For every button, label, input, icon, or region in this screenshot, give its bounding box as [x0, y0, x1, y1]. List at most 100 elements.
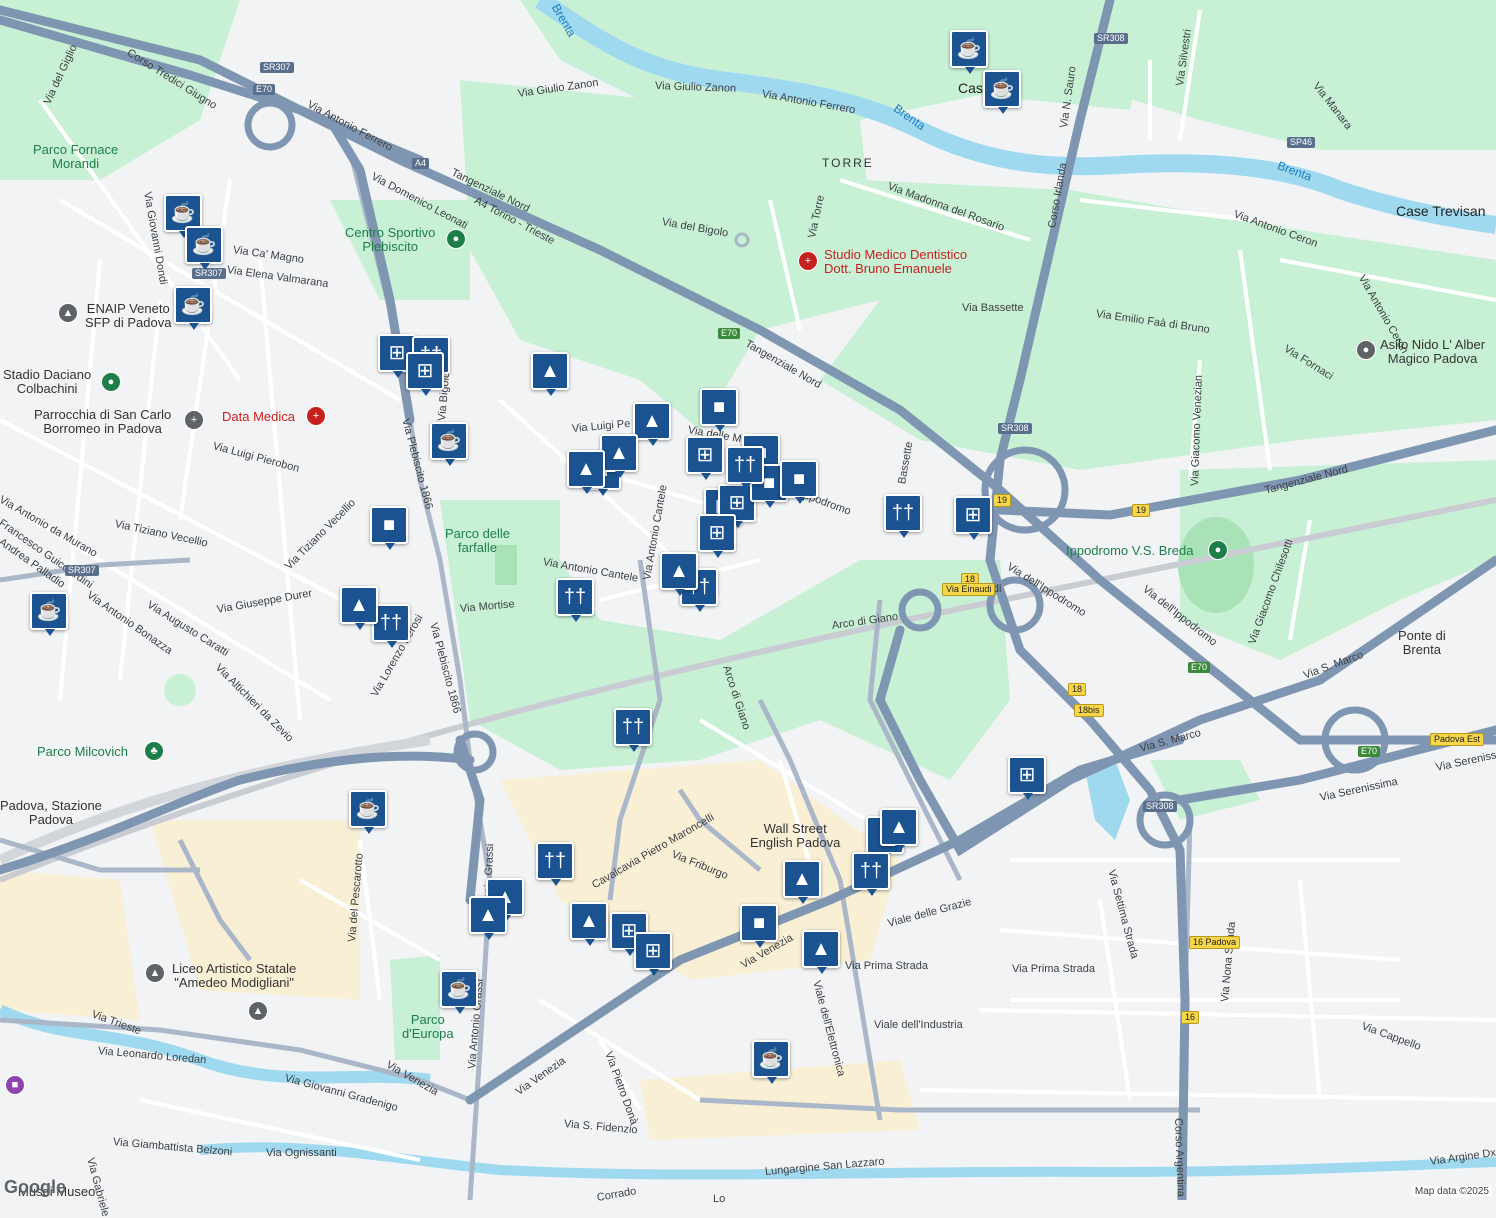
- route-shield: 19: [993, 494, 1012, 507]
- museum-icon[interactable]: ■: [5, 1075, 25, 1095]
- coffee-cup-icon: ☕: [355, 798, 381, 820]
- shopping-cart-icon: ⊞: [696, 444, 714, 466]
- restaurant-marker[interactable]: ††: [726, 446, 764, 490]
- route-shield: 16 Padova: [1189, 936, 1241, 949]
- route-shield: SP46: [1287, 137, 1316, 148]
- mortarboard-icon: ▲: [792, 868, 812, 890]
- coffee-shop-marker[interactable]: ☕: [950, 30, 988, 74]
- coffee-shop-marker[interactable]: ☕: [430, 422, 468, 466]
- shopping-store-marker[interactable]: ■: [370, 506, 408, 550]
- stadium-icon[interactable]: ●: [101, 372, 121, 392]
- school-marker[interactable]: ▲: [880, 808, 918, 852]
- school-marker[interactable]: ▲: [802, 930, 840, 974]
- park-poi-icon[interactable]: ♣: [144, 741, 164, 761]
- route-shield: 19: [1132, 504, 1151, 517]
- shopping-store-marker[interactable]: ■: [740, 904, 778, 948]
- coffee-shop-marker[interactable]: ☕: [185, 226, 223, 270]
- restaurant-marker[interactable]: ††: [556, 578, 594, 622]
- school-marker[interactable]: ▲: [600, 434, 638, 478]
- shopping-store-marker[interactable]: ■: [700, 388, 738, 432]
- coffee-shop-marker[interactable]: ☕: [983, 70, 1021, 114]
- mortarboard-icon: ▲: [811, 938, 831, 960]
- route-shield: Padova Est: [1430, 733, 1485, 746]
- medical-cross-icon[interactable]: +: [306, 406, 326, 426]
- shopping-store-marker[interactable]: ■: [780, 460, 818, 504]
- church-icon[interactable]: +: [184, 410, 204, 430]
- school-poi-icon[interactable]: ▲: [145, 963, 165, 983]
- coffee-shop-marker[interactable]: ☕: [174, 286, 212, 330]
- restaurant-marker[interactable]: ††: [852, 852, 890, 896]
- grocery-store-marker[interactable]: ⊞: [634, 932, 672, 976]
- coffee-cup-icon: ☕: [170, 202, 196, 224]
- shopping-bag-icon: ■: [762, 472, 776, 494]
- route-shield: 18: [1068, 683, 1087, 696]
- shopping-cart-icon: ⊞: [416, 360, 434, 382]
- shopping-cart-icon: ⊞: [708, 522, 726, 544]
- map-canvas[interactable]: [0, 0, 1496, 1200]
- grocery-store-marker[interactable]: ⊞: [406, 352, 444, 396]
- coffee-shop-marker[interactable]: ☕: [30, 592, 68, 636]
- google-logo: Google: [4, 1177, 66, 1197]
- grocery-store-marker[interactable]: ⊞: [698, 514, 736, 558]
- fork-knife-icon: ††: [563, 586, 587, 608]
- school-marker[interactable]: ▲: [340, 586, 378, 630]
- kindergarten-icon[interactable]: ●: [1356, 340, 1376, 360]
- mortarboard-icon: ▲: [642, 410, 662, 432]
- route-shield: E70: [1188, 662, 1211, 673]
- coffee-shop-marker[interactable]: ☕: [752, 1040, 790, 1084]
- shopping-bag-icon: ■: [712, 396, 726, 418]
- shopping-bag-icon: ■: [752, 912, 766, 934]
- school-marker[interactable]: ▲: [570, 902, 608, 946]
- coffee-shop-marker[interactable]: ☕: [349, 790, 387, 834]
- mortarboard-icon: ▲: [540, 360, 560, 382]
- industrial-area: [0, 870, 140, 1020]
- school-marker[interactable]: ▲: [469, 896, 507, 940]
- coffee-cup-icon: ☕: [36, 600, 62, 622]
- restaurant-marker[interactable]: ††: [536, 842, 574, 886]
- park-area: [390, 955, 440, 1060]
- coffee-cup-icon: ☕: [956, 38, 982, 60]
- school-marker[interactable]: ▲: [783, 860, 821, 904]
- restaurant-marker[interactable]: ††: [884, 494, 922, 538]
- fork-knife-icon: ††: [621, 716, 645, 738]
- shopping-cart-icon: ⊞: [728, 492, 746, 514]
- school-marker[interactable]: ▲: [531, 352, 569, 396]
- shopping-cart-icon: ⊞: [388, 342, 406, 364]
- park-poi-icon[interactable]: ●: [446, 229, 466, 249]
- route-shield: E70: [253, 84, 276, 95]
- fork-knife-icon: ††: [543, 850, 567, 872]
- grocery-store-marker[interactable]: ⊞: [1008, 756, 1046, 800]
- grocery-store-marker[interactable]: ⊞: [954, 496, 992, 540]
- school-marker[interactable]: ▲: [633, 402, 671, 446]
- mortarboard-icon: ▲: [669, 560, 689, 582]
- shopping-bag-icon: ■: [382, 514, 396, 536]
- medical-cross-icon[interactable]: +: [798, 251, 818, 271]
- coffee-cup-icon: ☕: [989, 78, 1015, 100]
- route-shield: SR308: [998, 423, 1032, 434]
- grocery-store-marker[interactable]: ⊞: [686, 436, 724, 480]
- route-shield: SR307: [260, 62, 294, 73]
- shopping-cart-icon: ⊞: [964, 504, 982, 526]
- map-credit[interactable]: Map data ©2025: [1411, 1186, 1492, 1197]
- mortarboard-icon: ▲: [579, 910, 599, 932]
- route-shield: E70: [1358, 746, 1381, 757]
- mortarboard-icon: ▲: [889, 816, 909, 838]
- park-area: [164, 674, 196, 706]
- school-marker[interactable]: ▲: [660, 552, 698, 596]
- coffee-shop-marker[interactable]: ☕: [440, 970, 478, 1014]
- route-shield: E70: [718, 328, 741, 339]
- mortarboard-icon: ▲: [478, 904, 498, 926]
- school-poi-icon[interactable]: ▲: [248, 1001, 268, 1021]
- shopping-cart-icon: ⊞: [644, 940, 662, 962]
- mortarboard-icon: ▲: [349, 594, 369, 616]
- school-marker[interactable]: ▲: [567, 450, 605, 494]
- coffee-cup-icon: ☕: [436, 430, 462, 452]
- route-shield: Via Einaudi: [942, 583, 996, 596]
- school-poi-icon[interactable]: ▲: [58, 303, 78, 323]
- coffee-cup-icon: ☕: [180, 294, 206, 316]
- park-poi-icon[interactable]: ●: [1208, 540, 1228, 560]
- route-shield: SR308: [1094, 33, 1128, 44]
- restaurant-marker[interactable]: ††: [614, 708, 652, 752]
- mortarboard-icon: ▲: [609, 442, 629, 464]
- fork-knife-icon: ††: [379, 612, 403, 634]
